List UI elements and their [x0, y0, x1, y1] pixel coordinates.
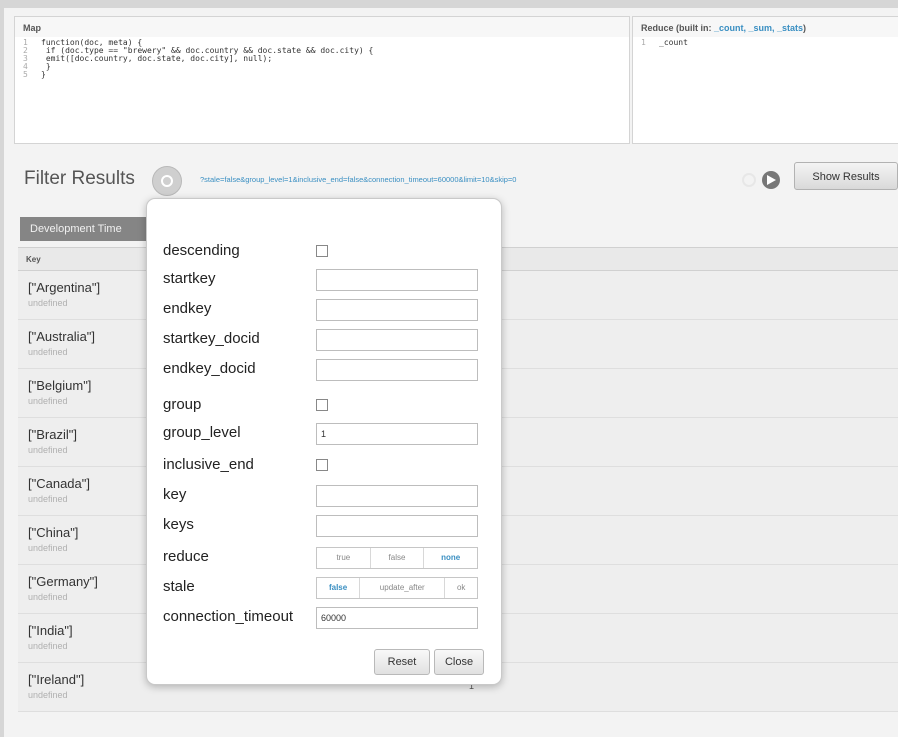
connection-timeout-input[interactable]: 60000 [316, 607, 478, 629]
option-label: reduce [163, 548, 209, 565]
option-startkey-docid: startkey_docid [163, 327, 493, 351]
reduce-option-true[interactable]: true [317, 548, 371, 568]
endkey-input[interactable] [316, 299, 478, 321]
option-keys: keys [163, 513, 493, 537]
code-line: 3 emit([doc.country, doc.state, doc.city… [23, 54, 273, 63]
option-connection-timeout: connection_timeout 60000 [163, 605, 493, 629]
group-level-input[interactable]: 1 [316, 423, 478, 445]
option-startkey: startkey [163, 267, 493, 291]
row-key: ["India"] [28, 623, 73, 638]
group-checkbox[interactable] [316, 399, 328, 411]
row-key: ["Belgium"] [28, 378, 92, 393]
option-endkey: endkey [163, 297, 493, 321]
stale-option-ok[interactable]: ok [445, 578, 477, 598]
reduce-segmented-control: true false none [316, 547, 478, 569]
row-key: ["Argentina"] [28, 280, 101, 295]
close-button[interactable]: Close [434, 649, 484, 675]
descending-checkbox[interactable] [316, 245, 328, 257]
stale-option-false[interactable]: false [317, 578, 361, 598]
inclusive-end-checkbox[interactable] [316, 459, 328, 471]
code-line: 4 } [23, 62, 51, 71]
reduce-option-false[interactable]: false [371, 548, 425, 568]
option-endkey-docid: endkey_docid [163, 357, 493, 381]
option-group: group [163, 393, 493, 415]
keys-input[interactable] [316, 515, 478, 537]
loading-spinner-icon [742, 173, 756, 187]
startkey-input[interactable] [316, 269, 478, 291]
query-string-link[interactable]: ?stale=false&group_level=1&inclusive_end… [200, 175, 516, 184]
option-label: descending [163, 242, 240, 259]
stale-option-update-after[interactable]: update_after [360, 578, 446, 598]
row-value: undefined [28, 690, 68, 700]
row-key: ["China"] [28, 525, 79, 540]
row-value: undefined [28, 445, 68, 455]
filter-results-title: Filter Results [24, 168, 135, 189]
code-line: 1 _count [641, 38, 688, 47]
reduce-editor[interactable]: Reduce (built in: _count, _sum, _stats) … [632, 16, 898, 144]
option-group-level: group_level 1 [163, 421, 493, 445]
show-results-button[interactable]: Show Results [794, 162, 898, 190]
row-key: ["Germany"] [28, 574, 98, 589]
startkey-docid-input[interactable] [316, 329, 478, 351]
filter-options-toggle-icon[interactable] [152, 166, 182, 196]
row-value: undefined [28, 494, 68, 504]
row-value: undefined [28, 298, 68, 308]
filter-options-popover: descending startkey endkey startkey_doci… [146, 198, 502, 685]
option-label: endkey [163, 300, 212, 317]
play-icon[interactable] [762, 171, 780, 189]
reset-button[interactable]: Reset [374, 649, 430, 675]
row-value: undefined [28, 592, 68, 602]
option-label: inclusive_end [163, 456, 254, 473]
row-value: undefined [28, 396, 68, 406]
map-code[interactable]: 1 function(doc, meta) { 2 if (doc.type ==… [15, 37, 629, 81]
option-reduce: reduce true false none [163, 545, 493, 569]
row-value: undefined [28, 641, 68, 651]
option-label: connection_timeout [163, 608, 294, 625]
couchbase-views-page: Map 1 function(doc, meta) { 2 if (doc.typ… [4, 8, 898, 737]
code-line: 5} [23, 70, 46, 79]
option-stale: stale false update_after ok [163, 575, 493, 599]
option-label: key [163, 486, 187, 503]
option-label: keys [163, 516, 194, 533]
option-descending: descending [163, 239, 493, 261]
map-title: Map [15, 17, 629, 37]
row-key: ["Ireland"] [28, 672, 85, 687]
option-label: group_level [163, 424, 241, 441]
reduce-title: Reduce (built in: _count, _sum, _stats) [633, 17, 898, 37]
reduce-code[interactable]: 1 _count [633, 37, 898, 49]
option-label: startkey_docid [163, 330, 260, 347]
option-inclusive-end: inclusive_end [163, 453, 493, 475]
endkey-docid-input[interactable] [316, 359, 478, 381]
option-label: stale [163, 578, 195, 595]
map-editor[interactable]: Map 1 function(doc, meta) { 2 if (doc.typ… [14, 16, 630, 144]
option-label: endkey_docid [163, 360, 256, 377]
key-input[interactable] [316, 485, 478, 507]
row-key: ["Australia"] [28, 329, 96, 344]
option-label: startkey [163, 270, 216, 287]
row-value: undefined [28, 543, 68, 553]
option-key: key [163, 483, 493, 507]
option-label: group [163, 396, 202, 413]
stale-segmented-control: false update_after ok [316, 577, 478, 599]
row-value: undefined [28, 347, 68, 357]
reduce-builtins: _count, _sum, _stats [714, 23, 804, 33]
reduce-option-none[interactable]: none [424, 548, 477, 568]
row-key: ["Brazil"] [28, 427, 77, 442]
row-key: ["Canada"] [28, 476, 90, 491]
